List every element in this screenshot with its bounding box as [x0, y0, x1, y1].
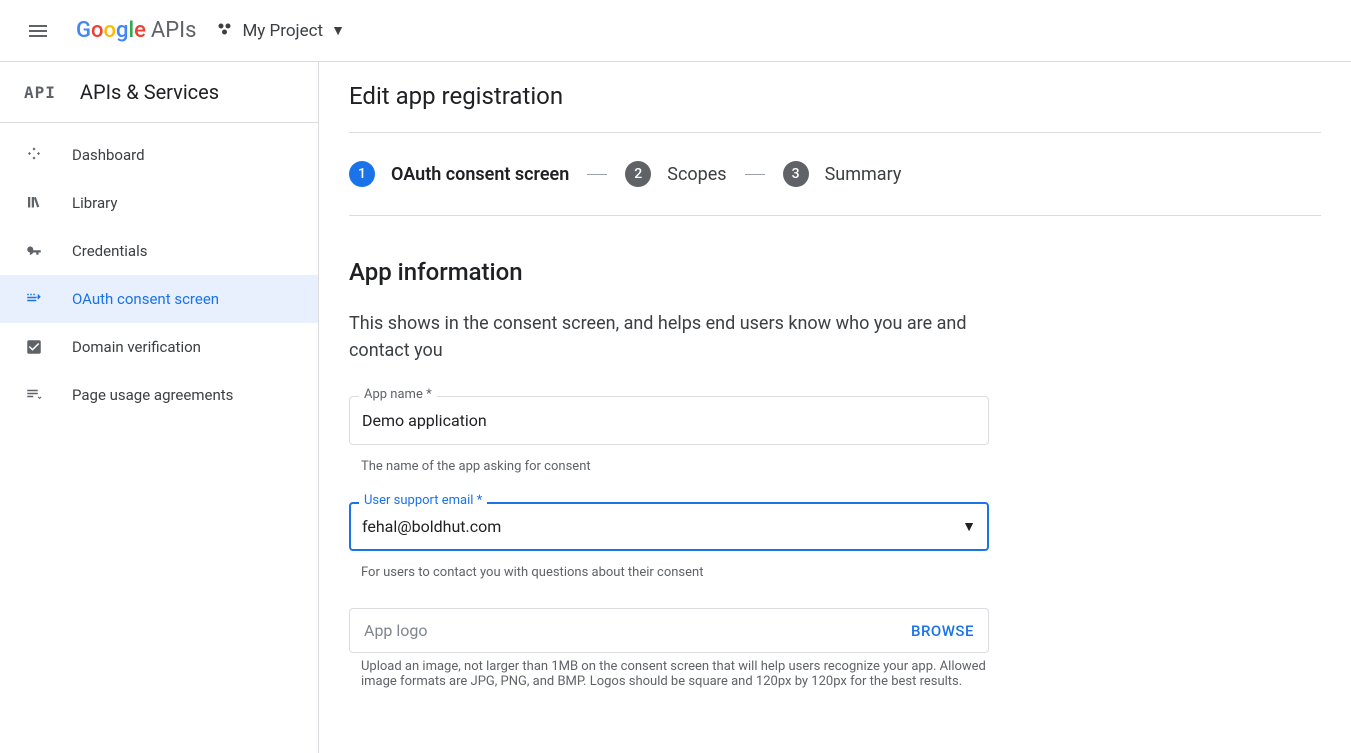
- sidebar-item-label: Library: [72, 194, 117, 212]
- page-title: Edit app registration: [349, 82, 1321, 133]
- chevron-down-icon: ▼: [331, 22, 345, 39]
- sidebar-header: API APIs & Services: [0, 62, 318, 123]
- step-number: 2: [625, 161, 651, 187]
- sidebar-item-library[interactable]: Library: [0, 179, 318, 227]
- project-icon: [216, 20, 234, 42]
- support-email-label: User support email *: [359, 493, 487, 508]
- sidebar-item-label: Dashboard: [72, 146, 145, 164]
- step-scopes[interactable]: 2 Scopes: [625, 161, 726, 187]
- top-bar: Google APIs My Project ▼: [0, 0, 1351, 62]
- step-label: Scopes: [667, 164, 726, 185]
- app-name-field-wrapper: App name *: [349, 396, 989, 445]
- menu-icon[interactable]: [18, 11, 58, 51]
- step-label: OAuth consent screen: [391, 164, 569, 185]
- checkbox-icon: [24, 337, 44, 357]
- app-name-label: App name *: [359, 387, 437, 402]
- sidebar-item-label: OAuth consent screen: [72, 290, 219, 308]
- app-name-help: The name of the app asking for consent: [349, 453, 989, 474]
- sidebar-item-oauth-consent[interactable]: OAuth consent screen: [0, 275, 318, 323]
- chevron-down-icon: ▼: [962, 518, 976, 535]
- google-logo-text: Google: [76, 18, 146, 43]
- app-name-input[interactable]: [349, 396, 989, 445]
- step-number: 3: [783, 161, 809, 187]
- apis-label: APIs: [151, 18, 197, 43]
- sidebar-item-label: Page usage agreements: [72, 386, 233, 404]
- section-title: App information: [349, 258, 989, 286]
- step-divider: [745, 174, 765, 175]
- sidebar-item-label: Domain verification: [72, 338, 201, 356]
- section-description: This shows in the consent screen, and he…: [349, 310, 989, 364]
- sidebar-item-label: Credentials: [72, 242, 147, 260]
- sidebar-item-page-usage[interactable]: Page usage agreements: [0, 371, 318, 419]
- step-summary[interactable]: 3 Summary: [783, 161, 902, 187]
- browse-button[interactable]: BROWSE: [911, 622, 974, 640]
- support-email-help: For users to contact you with questions …: [349, 559, 989, 580]
- content: Edit app registration 1 OAuth consent sc…: [319, 62, 1351, 753]
- logo: Google APIs: [76, 18, 196, 43]
- app-logo-help: Upload an image, not larger than 1MB on …: [349, 653, 989, 689]
- dashboard-icon: [24, 145, 44, 165]
- support-email-select[interactable]: fehal@boldhut.com ▼: [349, 502, 989, 551]
- project-name: My Project: [242, 21, 323, 41]
- support-email-value: fehal@boldhut.com: [362, 517, 501, 536]
- consent-icon: [24, 289, 44, 309]
- api-logo-icon: API: [24, 83, 56, 102]
- sidebar-item-credentials[interactable]: Credentials: [0, 227, 318, 275]
- sidebar: API APIs & Services Dashboard Library: [0, 62, 319, 753]
- step-divider: [587, 174, 607, 175]
- sidebar-item-domain-verification[interactable]: Domain verification: [0, 323, 318, 371]
- app-logo-field: App logo BROWSE: [349, 608, 989, 653]
- step-label: Summary: [825, 164, 902, 185]
- stepper: 1 OAuth consent screen 2 Scopes 3 Summar…: [349, 133, 1321, 216]
- step-oauth-consent[interactable]: 1 OAuth consent screen: [349, 161, 569, 187]
- support-email-field-wrapper: User support email * fehal@boldhut.com ▼: [349, 502, 989, 551]
- library-icon: [24, 193, 44, 213]
- key-icon: [24, 241, 44, 261]
- agreement-icon: [24, 385, 44, 405]
- app-logo-placeholder: App logo: [364, 621, 428, 640]
- sidebar-item-dashboard[interactable]: Dashboard: [0, 131, 318, 179]
- sidebar-title: APIs & Services: [80, 80, 219, 104]
- step-number: 1: [349, 161, 375, 187]
- project-selector[interactable]: My Project ▼: [216, 20, 345, 42]
